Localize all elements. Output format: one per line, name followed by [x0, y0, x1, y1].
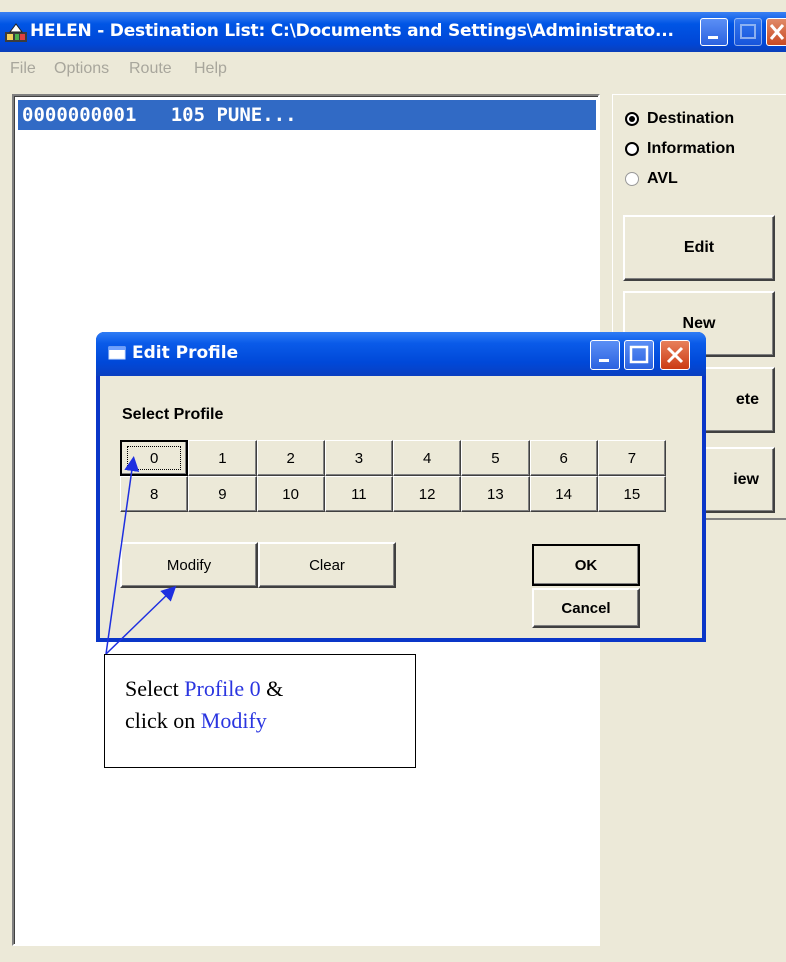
highlight-modify: Modify — [200, 708, 267, 733]
maximize-icon — [740, 24, 756, 39]
radio-label: Destination — [647, 110, 735, 127]
radio-avl[interactable]: AVL — [625, 167, 678, 191]
highlight-profile-0: Profile 0 — [184, 676, 261, 701]
radio-label: AVL — [647, 170, 678, 187]
menu-route[interactable]: Route — [129, 60, 172, 78]
radio-information[interactable]: Information — [625, 137, 735, 161]
minimize-icon — [708, 36, 718, 39]
edit-profile-dialog: Edit Profile Select Profile 0 1 2 3 4 5 … — [96, 332, 706, 642]
annotation-line-1: Select Profile 0 & — [125, 676, 284, 701]
dialog-minimize-button[interactable] — [590, 340, 620, 370]
menu-options[interactable]: Options — [54, 60, 109, 78]
profile-button-8[interactable]: 8 — [120, 476, 189, 512]
button-label: Edit — [683, 239, 715, 256]
profile-button-13[interactable]: 13 — [461, 476, 530, 512]
button-label: ete — [735, 391, 759, 408]
maximize-icon — [629, 345, 649, 364]
dialog-body: Select Profile 0 1 2 3 4 5 6 7 8 9 10 11… — [100, 376, 702, 638]
profile-button-5[interactable]: 5 — [461, 440, 530, 476]
maximize-button[interactable] — [734, 18, 762, 46]
menu-bar: File Options Route Help — [0, 52, 786, 86]
profile-button-2[interactable]: 2 — [256, 440, 325, 476]
dialog-maximize-button[interactable] — [624, 340, 654, 370]
edit-button[interactable]: Edit — [623, 215, 775, 281]
list-item[interactable]: 0000000001 105 PUNE... — [18, 100, 596, 130]
window-icon — [108, 346, 126, 360]
annotation-line-2: click on Modify — [125, 708, 267, 733]
profile-button-0[interactable]: 0 — [120, 440, 189, 476]
menu-help[interactable]: Help — [194, 60, 227, 78]
radio-indicator — [625, 112, 639, 126]
profile-button-12[interactable]: 12 — [393, 476, 462, 512]
cancel-button[interactable]: Cancel — [532, 588, 640, 628]
profile-button-4[interactable]: 4 — [393, 440, 462, 476]
profile-button-6[interactable]: 6 — [529, 440, 598, 476]
close-icon — [769, 24, 785, 40]
ok-button[interactable]: OK — [532, 544, 640, 586]
profile-button-1[interactable]: 1 — [188, 440, 257, 476]
button-label: iew — [733, 471, 759, 488]
radio-indicator — [625, 172, 639, 186]
dialog-title: Edit Profile — [132, 343, 239, 363]
profile-grid: 0 1 2 3 4 5 6 7 8 9 10 11 12 13 14 15 — [120, 440, 666, 512]
radio-label: Information — [647, 140, 735, 157]
profile-button-10[interactable]: 10 — [256, 476, 325, 512]
window-title: HELEN - Destination List: C:\Documents a… — [30, 21, 674, 41]
profile-button-3[interactable]: 3 — [324, 440, 393, 476]
main-titlebar[interactable]: HELEN - Destination List: C:\Documents a… — [0, 12, 786, 52]
select-profile-label: Select Profile — [122, 406, 224, 423]
app-icon — [5, 23, 27, 42]
profile-button-15[interactable]: 15 — [597, 476, 666, 512]
profile-button-9[interactable]: 9 — [188, 476, 257, 512]
profile-button-7[interactable]: 7 — [597, 440, 666, 476]
dialog-titlebar[interactable]: Edit Profile — [96, 332, 706, 376]
minimize-button[interactable] — [700, 18, 728, 46]
dialog-close-button[interactable] — [660, 340, 690, 370]
close-button[interactable] — [766, 18, 786, 46]
radio-destination[interactable]: Destination — [625, 107, 734, 131]
profile-button-14[interactable]: 14 — [529, 476, 598, 512]
close-icon — [666, 346, 684, 364]
menu-file[interactable]: File — [10, 60, 36, 78]
profile-button-11[interactable]: 11 — [324, 476, 393, 512]
radio-indicator — [625, 142, 639, 156]
annotation-box: Select Profile 0 & click on Modify — [104, 654, 416, 768]
minimize-icon — [599, 359, 609, 362]
clear-button[interactable]: Clear — [258, 542, 396, 588]
modify-button[interactable]: Modify — [120, 542, 258, 588]
button-label: New — [682, 315, 716, 332]
